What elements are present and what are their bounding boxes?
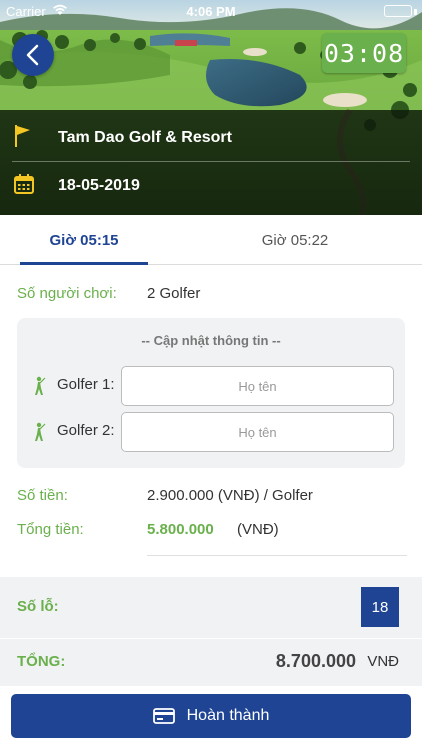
credit-card-icon [152,708,175,724]
status-bar: Carrier 4:06 PM [0,0,422,22]
grand-total-value: 8.700.000 [275,651,356,671]
complete-button[interactable]: Hoàn thành [11,694,411,738]
countdown-timer: 03:08 [322,33,406,73]
tab-tee-time-2[interactable]: Giờ 05:22 [230,215,360,265]
golfer-icon [31,376,47,401]
tab-tee-time-1[interactable]: Giờ 05:15 [20,215,148,265]
grand-total-unit: VNĐ [367,653,399,670]
golfer-2-name-input[interactable]: Họ tên [121,412,394,452]
total-label: Tổng tiền: [17,521,84,538]
fee-value: 2.900.000 (VNĐ) / Golfer [147,487,313,504]
booking-date: 18-05-2019 [58,177,140,194]
golfer-icon [31,422,47,447]
golfer-1-label: Golfer 1: [57,376,115,393]
players-label: Số người chơi: [17,284,117,302]
course-header: Carrier 4:06 PM 03:08 Tam Dao Golf & Res… [0,0,422,215]
flag-icon [13,123,33,154]
holes-row: Số lỗ: 18 [0,577,422,637]
grand-total-label: TỔNG: [17,653,66,670]
golfer-row: Golfer 2: Họ tên [17,412,405,452]
grand-total-row: TỔNG: 8.700.000 VNĐ [0,639,422,686]
players-row: Số người chơi: 2 Golfer [17,283,407,303]
battery-nub [414,9,417,15]
calendar-icon [13,173,35,200]
complete-button-label: Hoàn thành [186,707,270,724]
golfer-2-label: Golfer 2: [57,422,115,439]
date-row: 18-05-2019 [0,162,422,210]
total-divider [147,555,407,556]
total-row: Tổng tiền: 5.800.000 (VNĐ) [17,519,407,539]
total-value: 5.800.000 [147,521,214,538]
holes-selector[interactable]: 18 [361,587,399,627]
summary-panel: Số lỗ: 18 TỔNG: 8.700.000 VNĐ [0,577,422,686]
chevron-left-icon [26,44,39,66]
update-info-title: -- Cập nhật thông tin -- [141,333,281,348]
players-value: 2 Golfer [147,284,201,302]
course-row: Tam Dao Golf & Resort [0,114,422,162]
total-unit: (VNĐ) [237,521,279,538]
battery-icon [384,5,412,17]
holes-label: Số lỗ: [17,598,59,615]
golfer-row: Golfer 1: Họ tên [17,366,405,406]
golfer-info-card: -- Cập nhật thông tin -- Golfer 1: Họ tê… [17,318,405,468]
course-name: Tam Dao Golf & Resort [58,129,232,146]
fee-row: Số tiền: 2.900.000 (VNĐ) / Golfer [17,485,407,505]
tee-time-tabs: Giờ 05:15 Giờ 05:22 [0,215,422,265]
fee-label: Số tiền: [17,487,68,504]
status-time: 4:06 PM [186,4,236,19]
back-button[interactable] [12,34,54,76]
golfer-1-name-input[interactable]: Họ tên [121,366,394,406]
active-tab-indicator [20,262,148,265]
